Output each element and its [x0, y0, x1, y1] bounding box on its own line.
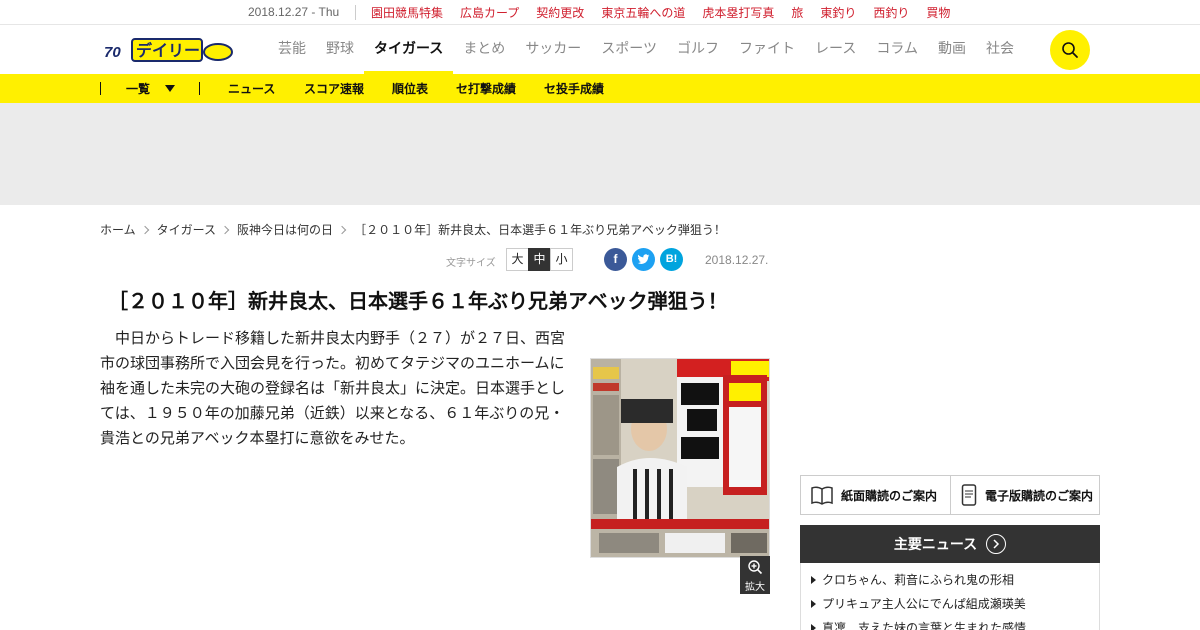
- font-size-medium[interactable]: 中: [528, 248, 551, 271]
- nav-item-summary[interactable]: まとめ: [453, 25, 515, 74]
- subnav-item-scores[interactable]: スコア速報: [304, 80, 364, 97]
- subscription-links: 紙面購読のご案内 電子版購読のご案内: [800, 475, 1100, 515]
- logo-text: デイリー: [136, 41, 200, 60]
- site-header: 70 デイリー 芸能 野球 タイガース まとめ サッカー スポーツ ゴルフ ファ…: [0, 25, 1200, 74]
- zoom-button[interactable]: 拡大: [740, 556, 770, 594]
- top-link[interactable]: 東釣り: [820, 4, 856, 21]
- nav-item-golf[interactable]: ゴルフ: [667, 25, 729, 74]
- zoom-in-icon: [748, 560, 763, 575]
- top-news-title: 主要ニュース: [893, 537, 978, 553]
- top-link[interactable]: 園田競馬特集: [371, 4, 443, 21]
- nav-item-sports[interactable]: スポーツ: [591, 25, 667, 74]
- facebook-share-button[interactable]: f: [604, 248, 627, 271]
- zoom-label: 拡大: [745, 582, 765, 593]
- article-body: 中日からトレード移籍した新井良太内野手（２７）が２７日、西宮市の球団事務所で入団…: [100, 329, 566, 447]
- list-item[interactable]: プリキュア主人公にでんぱ組成瀬瑛美: [811, 595, 1026, 612]
- digital-subscription-link[interactable]: 電子版購読のご案内: [950, 476, 1099, 514]
- newspaper-front-page-image[interactable]: [590, 358, 770, 558]
- top-link[interactable]: 買物: [926, 4, 950, 21]
- news-title: 真凜 支えた妹の言葉と生まれた感情: [822, 621, 1027, 630]
- font-size-small[interactable]: 小: [550, 248, 573, 271]
- top-strip: 2018.12.27 - Thu 園田競馬特集 広島カープ 契約更改 東京五輪へ…: [0, 0, 1200, 25]
- chevron-right-icon: [337, 225, 347, 234]
- digital-subscription-label: 電子版購読のご案内: [985, 488, 1094, 503]
- sub-nav: 一覧 ニュース スコア速報 順位表 セ打撃成績 セ投手成績: [0, 74, 1200, 103]
- breadcrumb-home[interactable]: ホーム: [100, 221, 136, 238]
- nav-item-column[interactable]: コラム: [866, 25, 928, 74]
- font-size-label: 文字サイズ: [446, 258, 496, 269]
- caret-down-icon[interactable]: [165, 85, 175, 92]
- nav-item-entertainment[interactable]: 芸能: [268, 25, 316, 74]
- top-link[interactable]: 広島カープ: [460, 4, 519, 21]
- subnav-item-batting[interactable]: セ打撃成績: [456, 80, 516, 97]
- newspaper-illustration: [591, 359, 769, 557]
- top-link[interactable]: 旅: [791, 4, 803, 21]
- nav-item-race[interactable]: レース: [805, 25, 866, 74]
- bullet-arrow-icon: [811, 623, 816, 630]
- nav-item-society[interactable]: 社会: [976, 25, 1024, 74]
- nav-item-tigers[interactable]: タイガース: [364, 25, 454, 74]
- nav-item-video[interactable]: 動画: [928, 25, 976, 74]
- twitter-icon: [637, 254, 650, 264]
- bullet-arrow-icon: [811, 599, 816, 608]
- news-title: クロちゃん、莉音にふられ鬼の形相: [822, 573, 1015, 587]
- current-date: 2018.12.27 - Thu: [248, 5, 340, 19]
- top-link[interactable]: 契約更改: [536, 4, 584, 21]
- top-news-header[interactable]: 主要ニュース: [800, 525, 1100, 563]
- subnav-item-news[interactable]: ニュース: [228, 80, 275, 97]
- nav-item-baseball[interactable]: 野球: [316, 25, 364, 74]
- breadcrumb-current: ［２０１０年］新井良太、日本選手６１年ぶり兄弟アベック弾狙う！: [354, 223, 726, 237]
- top-link[interactable]: 東京五輪への道: [601, 4, 685, 21]
- divider: [355, 5, 356, 20]
- nav-item-soccer[interactable]: サッカー: [515, 25, 591, 74]
- breadcrumb: ホーム タイガース 阪神今日は何の日 ［２０１０年］新井良太、日本選手６１年ぶり…: [100, 221, 726, 238]
- arrow-right-icon: [986, 534, 1007, 554]
- font-size-large[interactable]: 大: [506, 248, 529, 271]
- list-dropdown[interactable]: 一覧: [126, 80, 150, 97]
- list-item[interactable]: 真凜 支えた妹の言葉と生まれた感情: [811, 619, 1026, 630]
- open-book-icon: [811, 486, 833, 505]
- twitter-share-button[interactable]: [632, 248, 655, 271]
- svg-text:70: 70: [104, 44, 121, 61]
- paper-subscription-link[interactable]: 紙面購読のご案内: [801, 476, 950, 514]
- article-date: 2018.12.27.: [705, 253, 769, 267]
- top-links: 園田競馬特集 広島カープ 契約更改 東京五輪への道 虎本塁打写真 旅 東釣り 西…: [371, 4, 967, 21]
- chevron-right-icon: [220, 225, 230, 234]
- search-icon: [1062, 42, 1078, 58]
- bullet-arrow-icon: [811, 575, 816, 584]
- font-size-selector: 大 中 小: [506, 248, 573, 271]
- top-link[interactable]: 西釣り: [873, 4, 909, 21]
- daily-logo[interactable]: 70 デイリー: [104, 37, 234, 63]
- top-link[interactable]: 虎本塁打写真: [702, 4, 774, 21]
- search-button[interactable]: [1050, 30, 1090, 70]
- list-item[interactable]: クロちゃん、莉音にふられ鬼の形相: [811, 571, 1014, 588]
- breadcrumb-category[interactable]: 阪神今日は何の日: [237, 221, 333, 238]
- top-news-list: クロちゃん、莉音にふられ鬼の形相 プリキュア主人公にでんぱ組成瀬瑛美 真凜 支え…: [800, 563, 1100, 630]
- hatena-bookmark-button[interactable]: B!: [660, 248, 683, 271]
- paper-subscription-label: 紙面購読のご案内: [841, 488, 938, 503]
- ad-banner-area: [0, 103, 1200, 205]
- divider: [199, 82, 200, 95]
- smartphone-icon: [961, 484, 977, 506]
- subnav-item-pitching[interactable]: セ投手成績: [544, 80, 604, 97]
- chevron-right-icon: [140, 225, 149, 234]
- subnav-item-standings[interactable]: 順位表: [392, 80, 428, 97]
- news-title: プリキュア主人公にでんぱ組成瀬瑛美: [822, 597, 1026, 611]
- breadcrumb-tigers[interactable]: タイガース: [157, 221, 216, 238]
- nav-item-fight[interactable]: ファイト: [729, 25, 805, 74]
- main-nav: 芸能 野球 タイガース まとめ サッカー スポーツ ゴルフ ファイト レース コ…: [268, 25, 1024, 74]
- divider: [100, 82, 101, 95]
- article-headline: ［２０１０年］新井良太、日本選手６１年ぶり兄弟アベック弾狙う！: [108, 289, 728, 313]
